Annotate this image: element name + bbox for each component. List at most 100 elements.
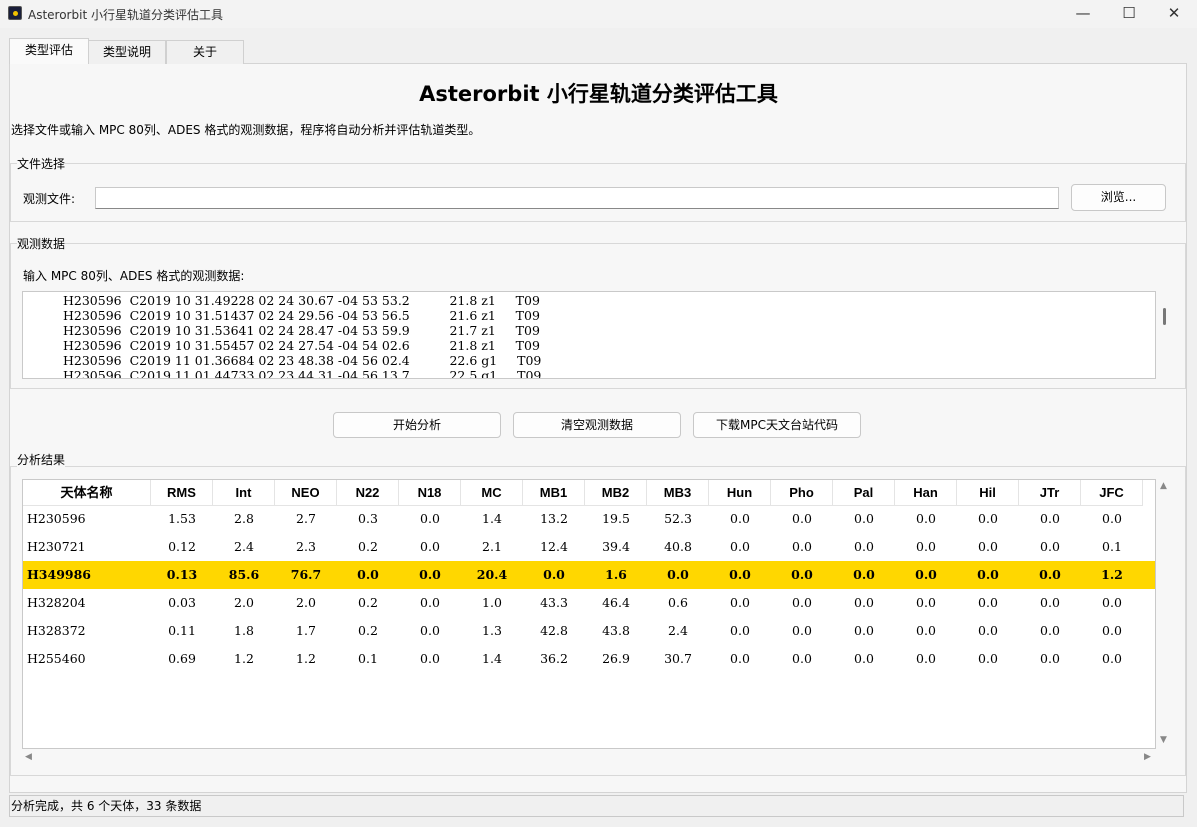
column-header[interactable]: JTr [1019, 480, 1081, 506]
column-header[interactable]: Hun [709, 480, 771, 506]
column-header[interactable]: N18 [399, 480, 461, 506]
column-header[interactable]: MB1 [523, 480, 585, 506]
score-cell: 2.4 [234, 539, 254, 554]
column-header[interactable]: RMS [151, 480, 213, 506]
score-cell: 2.0 [234, 595, 254, 610]
score-cell: 2.3 [296, 539, 316, 554]
score-cell: 0.0 [543, 567, 565, 582]
column-header[interactable]: Hil [957, 480, 1019, 506]
object-name-cell: H349986 [27, 567, 91, 582]
column-header[interactable]: MB2 [585, 480, 647, 506]
score-cell: 0.2 [358, 539, 378, 554]
score-cell: 0.13 [166, 567, 198, 582]
scroll-right-icon[interactable]: ▶ [1144, 752, 1151, 762]
file-path-input[interactable] [95, 187, 1059, 209]
score-cell: 0.0 [1040, 511, 1060, 526]
score-cell: 13.2 [540, 511, 568, 526]
object-name-cell: H230721 [27, 539, 86, 554]
score-cell: 1.53 [168, 511, 196, 526]
tab-about[interactable]: 关于 [166, 40, 244, 64]
score-cell: 0.0 [1102, 595, 1122, 610]
score-cell: 43.3 [540, 595, 568, 610]
clear-data-button[interactable]: 清空观测数据 [513, 412, 681, 438]
status-bar: 分析完成，共 6 个天体，33 条数据 [9, 795, 1184, 817]
score-cell: 0.0 [854, 623, 874, 638]
score-cell: 1.6 [605, 567, 627, 582]
scroll-left-icon[interactable]: ◀ [25, 752, 32, 762]
score-cell: 43.8 [602, 623, 630, 638]
score-cell: 2.1 [482, 539, 502, 554]
score-cell: 1.2 [1101, 567, 1123, 582]
app-logo-icon [8, 6, 22, 20]
obs-scrollbar[interactable] [1163, 308, 1166, 325]
score-cell: 0.0 [730, 651, 750, 666]
page-title: Asterorbit 小行星轨道分类评估工具 [419, 82, 778, 106]
obs-line: H230596 C2019 11 01.44733 02 23 44.31 -0… [63, 368, 542, 379]
score-cell: 0.0 [854, 511, 874, 526]
score-cell: 0.0 [916, 595, 936, 610]
score-cell: 0.0 [978, 539, 998, 554]
object-name-cell: H328372 [27, 623, 86, 638]
score-cell: 0.0 [1102, 511, 1122, 526]
score-cell: 0.0 [1102, 623, 1122, 638]
score-cell: 0.0 [419, 567, 441, 582]
column-header[interactable]: Int [213, 480, 275, 506]
score-cell: 0.0 [730, 511, 750, 526]
score-cell: 1.2 [296, 651, 316, 666]
table-row[interactable]: H328372 0.11 1.8 1.7 0.2 0.0 1.3 42.8 43.8 2.4 0.0… [23, 617, 1155, 645]
score-cell: 1.7 [296, 623, 316, 638]
score-cell: 0.0 [667, 567, 689, 582]
score-cell: 0.0 [792, 511, 812, 526]
table-row[interactable]: H255460 0.69 1.2 1.2 0.1 0.0 1.4 36.2 26.9 30.7 0.… [23, 645, 1155, 673]
score-cell: 0.0 [357, 567, 379, 582]
column-header[interactable]: Pal [833, 480, 895, 506]
score-cell: 2.8 [234, 511, 254, 526]
score-cell: 0.0 [854, 651, 874, 666]
obs-line: H230596 C2019 10 31.51437 02 24 29.56 -0… [63, 308, 540, 323]
file-group-title: 文件选择 [17, 155, 66, 172]
score-cell: 85.6 [228, 567, 260, 582]
score-cell: 0.0 [729, 567, 751, 582]
scroll-down-icon[interactable]: ▼ [1160, 735, 1167, 745]
score-cell: 0.0 [916, 651, 936, 666]
score-cell: 52.3 [664, 511, 692, 526]
download-codes-button[interactable]: 下载MPC天文台站代码 [693, 412, 861, 438]
score-cell: 2.0 [296, 595, 316, 610]
column-header[interactable]: JFC [1081, 480, 1143, 506]
minimize-icon[interactable]: — [1060, 0, 1106, 28]
file-label: 观测文件: [23, 192, 76, 206]
column-header[interactable]: MB3 [647, 480, 709, 506]
score-cell: 76.7 [290, 567, 322, 582]
score-cell: 2.7 [296, 511, 316, 526]
score-cell: 19.5 [602, 511, 630, 526]
column-header[interactable]: Pho [771, 480, 833, 506]
close-icon[interactable]: ✕ [1151, 0, 1197, 28]
score-cell: 0.0 [792, 623, 812, 638]
score-cell: 0.0 [1040, 595, 1060, 610]
score-cell: 0.1 [1102, 539, 1122, 554]
column-header[interactable]: N22 [337, 480, 399, 506]
score-cell: 0.3 [358, 511, 378, 526]
score-cell: 0.12 [168, 539, 196, 554]
browse-button[interactable]: 浏览... [1071, 184, 1166, 211]
scroll-up-icon[interactable]: ▲ [1160, 481, 1167, 491]
score-cell: 0.0 [978, 623, 998, 638]
column-header[interactable]: MC [461, 480, 523, 506]
table-row[interactable]: H328204 0.03 2.0 2.0 0.2 0.0 1.0 43.3 46.4 0.6 0.0… [23, 589, 1155, 617]
score-cell: 0.0 [1039, 567, 1061, 582]
results-table[interactable]: 天体名称 RMS Int NEO N22 N18 MC MB1 MB2 MB3 Hun Pho Pal H… [22, 479, 1156, 749]
table-row[interactable]: H230596 1.53 2.8 2.7 0.3 0.0 1.4 13.2 19.5 52.3 0.… [23, 505, 1155, 533]
tab-type-desc[interactable]: 类型说明 [88, 40, 166, 64]
start-analysis-button[interactable]: 开始分析 [333, 412, 501, 438]
obs-textarea[interactable]: H230596 C2019 10 31.49228 02 24 30.67 -0… [22, 291, 1156, 379]
obs-line: H230596 C2019 10 31.53641 02 24 28.47 -0… [63, 323, 540, 338]
tab-type-eval[interactable]: 类型评估 [9, 38, 89, 64]
score-cell: 40.8 [664, 539, 692, 554]
score-cell: 1.0 [482, 595, 502, 610]
column-header[interactable]: Han [895, 480, 957, 506]
table-row[interactable]: H349986 0.13 85.6 76.7 0.0 0.0 20.4 0.0 1.6 0.0 0.… [23, 561, 1155, 589]
column-header[interactable]: 天体名称 [23, 480, 151, 506]
table-row[interactable]: H230721 0.12 2.4 2.3 0.2 0.0 2.1 12.4 39.4 40.8 0.… [23, 533, 1155, 561]
column-header[interactable]: NEO [275, 480, 337, 506]
maximize-icon[interactable]: ☐ [1106, 0, 1152, 28]
